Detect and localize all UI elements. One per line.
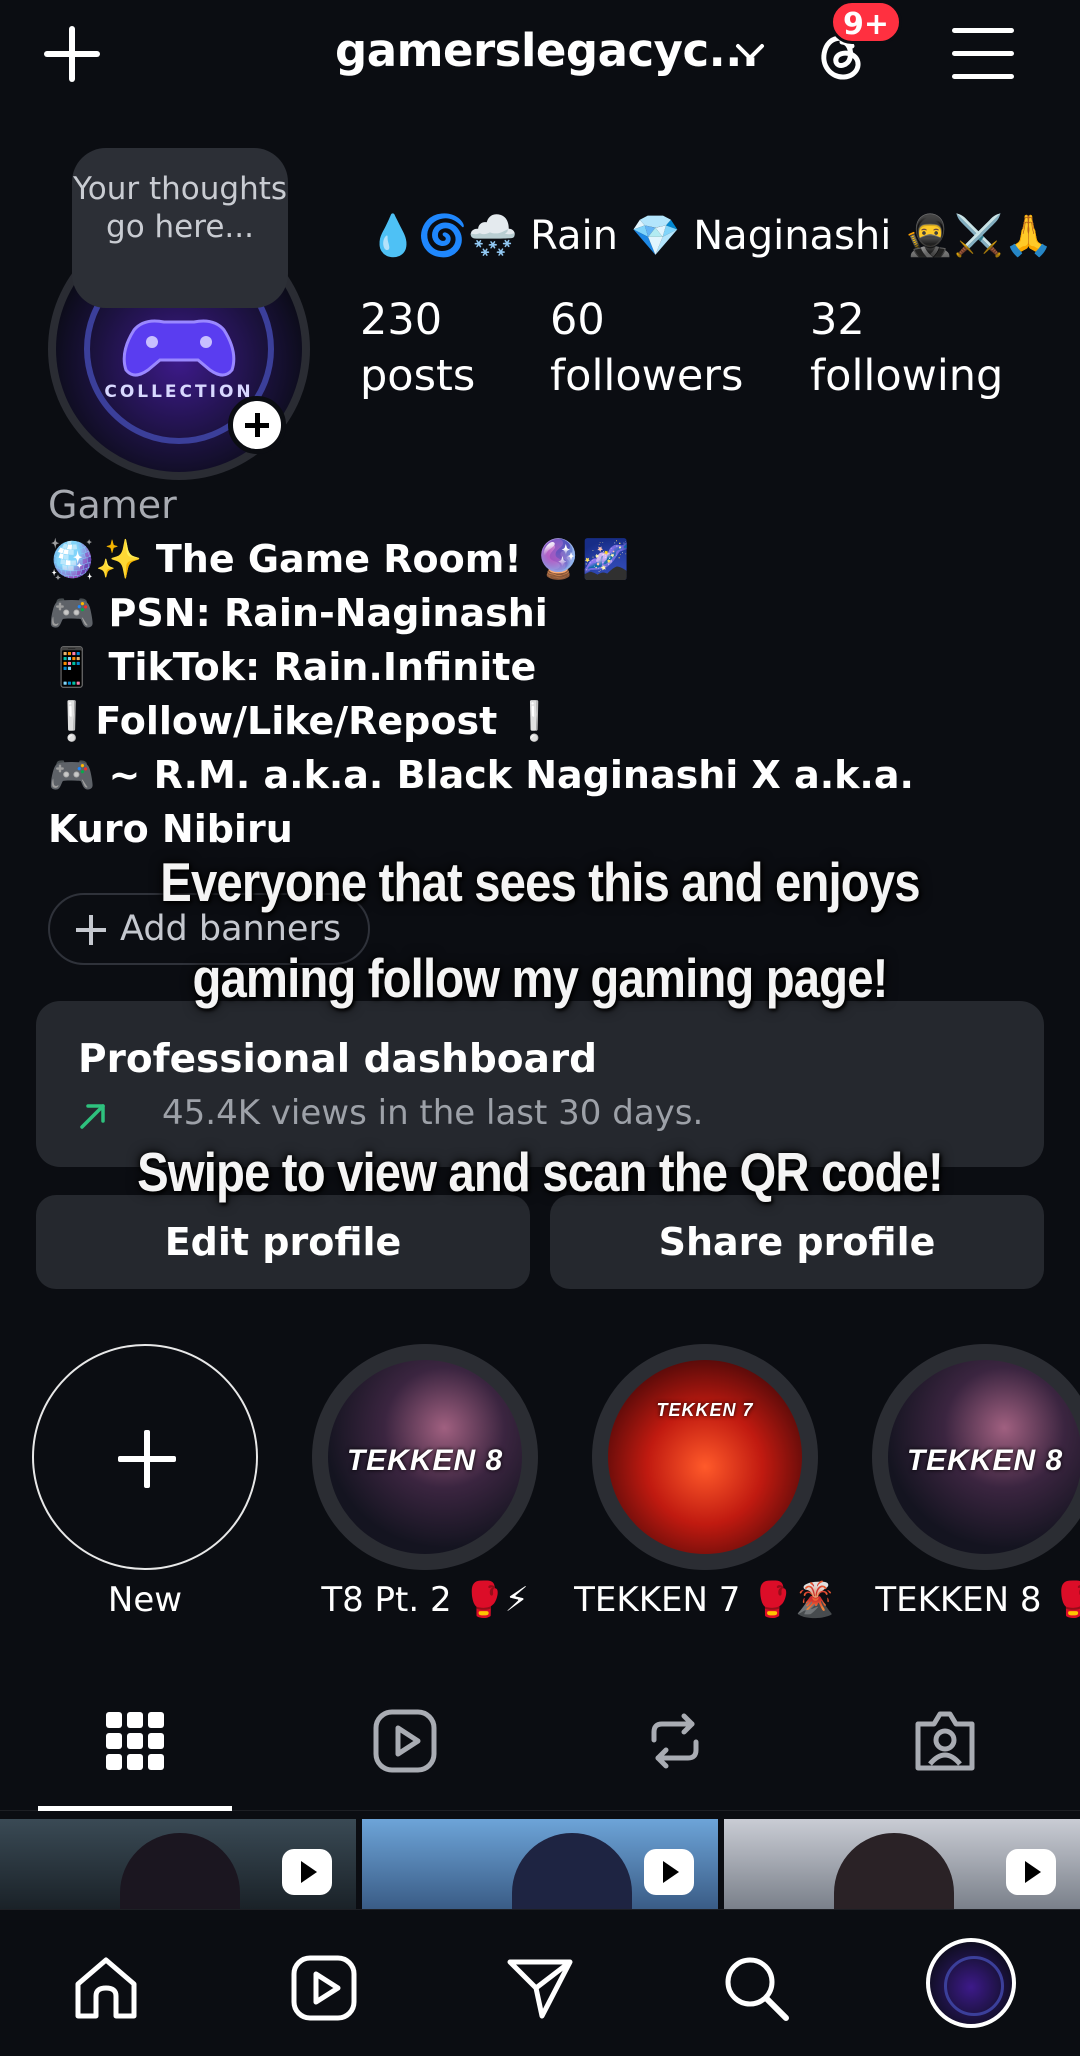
tagged-icon[interactable]: [910, 1706, 980, 1776]
grid-icon[interactable]: [100, 1706, 170, 1776]
bio: Gamer 🪩✨ The Game Room! 🔮🌌 🎮 PSN: Rain-N…: [48, 478, 1048, 856]
following-count: 32: [810, 295, 865, 345]
search-icon[interactable]: [720, 1952, 792, 2024]
followers-label: followers: [550, 351, 744, 401]
grid-post[interactable]: [724, 1819, 1080, 1909]
reels-icon[interactable]: [288, 1952, 360, 2024]
profile-avatar-nav[interactable]: [926, 1938, 1016, 2028]
hamburger-menu-icon[interactable]: [952, 26, 1014, 82]
highlight-label: TEKKEN 8 🥊: [875, 1580, 1080, 1620]
bio-line: 🎮 PSN: Rain-Naginashi: [48, 591, 548, 635]
highlight-cover: TEKKEN 8: [888, 1360, 1080, 1554]
following-stat[interactable]: 32 following: [810, 292, 1003, 404]
followers-stat[interactable]: 60 followers: [550, 292, 743, 404]
highlight-label: TEKKEN 7 🥊🌋: [574, 1580, 836, 1620]
overlay-caption: gaming follow my gaming page!: [192, 947, 888, 1009]
notification-badge: 9+: [830, 0, 902, 44]
following-label: following: [810, 351, 1004, 401]
bio-category: Gamer: [48, 483, 177, 527]
gamepad-icon: [122, 319, 236, 377]
add-banners-label: Add banners: [120, 909, 342, 949]
username-switcher[interactable]: gamerslegacyc...: [335, 24, 759, 77]
highlight-cover: TEKKEN 8: [328, 1360, 522, 1554]
add-story-plus-icon[interactable]: [228, 396, 286, 454]
overlay-caption: Swipe to view and scan the QR code!: [137, 1141, 944, 1203]
overlay-caption: Everyone that sees this and enjoys: [160, 851, 920, 913]
send-icon[interactable]: [504, 1952, 576, 2024]
posts-label: posts: [360, 351, 476, 401]
grid-post[interactable]: [0, 1819, 356, 1909]
highlight-cover: TEKKEN 7: [608, 1360, 802, 1554]
dashboard-views-stat: 45.4K views in the last 30 days.: [162, 1093, 704, 1133]
grid-post[interactable]: [362, 1819, 718, 1909]
active-tab-indicator: [38, 1806, 232, 1811]
plus-icon: [32, 1344, 258, 1570]
chevron-down-icon[interactable]: [730, 36, 770, 70]
home-icon[interactable]: [70, 1952, 142, 2024]
note-bubble[interactable]: Your thoughts go here...: [72, 148, 288, 308]
create-plus-icon[interactable]: [40, 22, 104, 86]
posts-stat[interactable]: 230 posts: [360, 292, 475, 404]
posts-count: 230: [360, 295, 443, 345]
reels-icon[interactable]: [370, 1706, 440, 1776]
bio-line: 🎮 ~ R.M. a.k.a. Black Naginashi X a.k.a.…: [48, 753, 914, 851]
top-bar: gamerslegacyc... 9+: [0, 0, 1080, 110]
bio-line: ❕Follow/Like/Repost ❕: [48, 699, 558, 743]
share-profile-button[interactable]: Share profile: [550, 1195, 1044, 1289]
reel-play-icon: [644, 1849, 694, 1895]
dashboard-title: Professional dashboard: [78, 1037, 598, 1082]
bio-line: 🪩✨ The Game Room! 🔮🌌: [48, 537, 630, 581]
repost-icon[interactable]: [640, 1706, 710, 1776]
trend-up-arrow-icon: [80, 1104, 105, 1129]
plus-icon: [76, 915, 106, 945]
highlight-label: T8 Pt. 2 🥊⚡: [321, 1580, 529, 1620]
reel-play-icon: [1006, 1849, 1056, 1895]
followers-count: 60: [550, 295, 605, 345]
reel-play-icon: [282, 1849, 332, 1895]
bottom-nav: [0, 1909, 1080, 2056]
highlight-label: New: [107, 1580, 183, 1620]
edit-profile-button[interactable]: Edit profile: [36, 1195, 530, 1289]
display-name: 💧🌀🌨️ Rain 💎 Naginashi 🥷⚔️🙏: [368, 213, 1054, 259]
bio-line: 📱 TikTok: Rain.Infinite: [48, 645, 537, 689]
